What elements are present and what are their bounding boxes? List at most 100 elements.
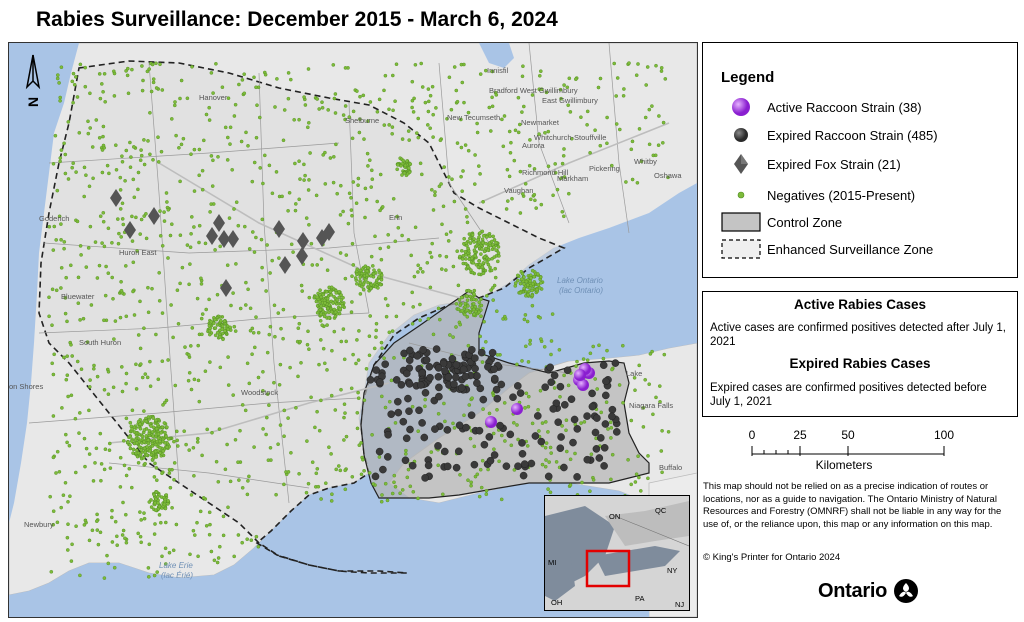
negative-point — [217, 335, 222, 339]
negative-point — [309, 241, 314, 246]
negative-point — [260, 217, 265, 222]
negative-point — [245, 537, 249, 542]
negative-point — [144, 452, 149, 457]
negative-point — [317, 428, 322, 433]
negative-point — [101, 210, 106, 215]
negative-point — [209, 71, 214, 75]
negative-point — [378, 282, 383, 287]
negative-point — [448, 333, 452, 337]
legend-item-negatives: Negatives (2015-Present) — [729, 184, 915, 206]
expired-raccoon-point — [443, 462, 452, 471]
negative-point — [195, 520, 199, 525]
negative-point — [251, 330, 256, 335]
negative-point — [411, 110, 416, 114]
negative-point — [368, 100, 373, 104]
negative-point — [120, 154, 124, 158]
negative-point — [410, 98, 415, 103]
negative-point — [131, 289, 135, 294]
negative-point — [169, 117, 174, 121]
negative-point — [304, 216, 309, 220]
expired-raccoon-point — [425, 362, 434, 371]
negative-point — [549, 339, 554, 343]
expired-raccoon-point — [462, 423, 470, 432]
negative-point — [268, 324, 273, 329]
negative-point — [147, 500, 152, 504]
negative-point — [527, 394, 531, 399]
negative-point — [191, 445, 196, 450]
negative-point — [452, 426, 457, 430]
negative-point — [387, 123, 392, 127]
negative-point — [192, 377, 197, 382]
negative-point — [338, 213, 343, 217]
negative-point — [428, 250, 433, 255]
negative-point — [567, 76, 572, 81]
negative-point — [472, 182, 477, 186]
negative-point — [270, 258, 275, 263]
expired-raccoon-point — [490, 374, 499, 383]
negative-point — [377, 268, 381, 273]
negative-point — [124, 473, 129, 478]
negative-point — [84, 173, 88, 177]
negative-point — [472, 292, 476, 296]
negative-point — [221, 514, 226, 519]
negative-point — [329, 393, 334, 398]
negative-point — [105, 553, 109, 558]
place-label: Lake — [626, 369, 642, 378]
negative-point — [178, 281, 182, 286]
negative-point — [150, 444, 155, 448]
negative-point — [140, 64, 144, 68]
negative-point — [626, 457, 630, 462]
scale-tick-label: 0 — [748, 428, 756, 442]
negative-point — [472, 288, 477, 293]
active-raccoon-point — [485, 416, 497, 428]
negative-point — [371, 482, 376, 486]
expired-raccoon-point — [496, 421, 504, 430]
negative-point — [467, 403, 472, 407]
negative-point — [488, 234, 492, 239]
negative-point — [303, 103, 308, 107]
negative-point — [160, 439, 165, 444]
scale-unit-label: Kilometers — [815, 458, 873, 472]
negative-point — [599, 410, 604, 415]
negative-point — [64, 432, 68, 437]
negative-point — [383, 481, 388, 486]
negative-point — [62, 141, 66, 146]
negative-point — [110, 515, 114, 520]
place-label: Bradford West Gwillimbury — [489, 86, 578, 95]
negative-point — [540, 421, 545, 425]
negative-point — [370, 264, 375, 268]
negative-point — [497, 459, 501, 464]
negative-point — [173, 383, 178, 388]
negative-point — [113, 519, 118, 524]
map-canvas[interactable]: Innisfil Bradford West Gwillimbury East … — [8, 42, 698, 618]
negative-point — [69, 559, 74, 563]
negative-point — [644, 83, 649, 87]
negative-point — [77, 131, 82, 135]
negative-point — [495, 353, 500, 357]
negative-point — [412, 274, 417, 279]
negative-point — [621, 400, 625, 405]
negative-point — [58, 159, 62, 164]
negative-point — [647, 142, 652, 147]
negative-point — [280, 194, 284, 199]
negative-point — [385, 498, 390, 503]
negative-point — [209, 549, 214, 554]
negative-point — [64, 275, 69, 280]
negative-point — [342, 357, 347, 362]
negative-point — [59, 286, 63, 290]
negative-point — [204, 523, 209, 528]
negative-point — [393, 99, 397, 104]
negative-point — [297, 321, 302, 326]
expired-cases-text: Expired cases are confirmed positives de… — [710, 382, 987, 408]
negative-point — [95, 528, 100, 532]
negative-point — [248, 328, 253, 333]
negative-point — [336, 464, 341, 468]
negative-point — [344, 339, 349, 344]
place-label: on Shores — [9, 382, 43, 391]
negative-point — [144, 211, 148, 216]
negative-point — [350, 213, 354, 218]
negative-point — [106, 226, 111, 231]
negative-point — [357, 329, 361, 333]
negative-point — [486, 262, 491, 267]
negative-point — [318, 307, 323, 312]
